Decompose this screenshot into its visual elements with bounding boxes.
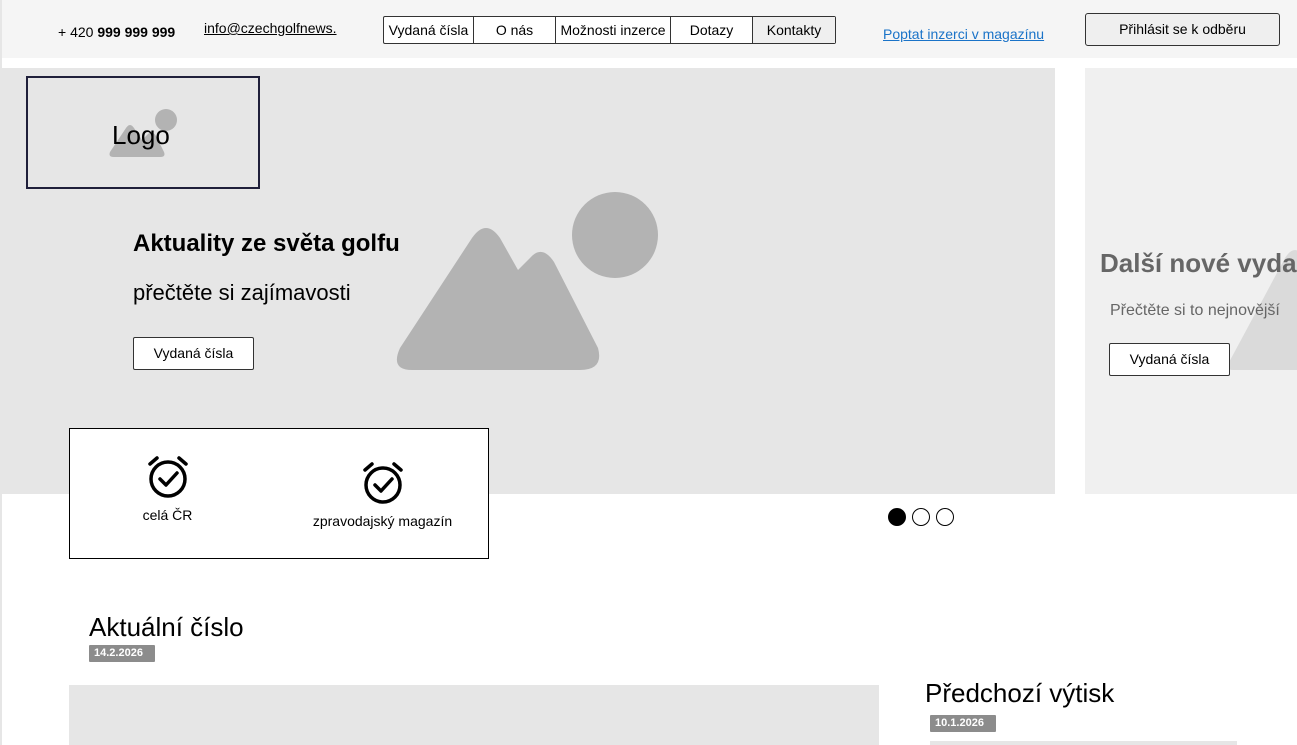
phone-number: + 420 999 999 999 bbox=[58, 24, 175, 40]
carousel-dot-1[interactable] bbox=[888, 508, 906, 526]
email-link[interactable]: info@czechgolfnews. bbox=[204, 20, 337, 36]
alarm-clock-check-icon bbox=[362, 462, 403, 504]
nav-item-advertising[interactable]: Možnosti inzerce bbox=[556, 17, 671, 43]
subscribe-button[interactable]: Přihlásit se k odběru bbox=[1085, 13, 1280, 46]
previous-issue-image[interactable] bbox=[930, 741, 1237, 745]
next-slide-subtitle: Přečtěte si to nejnovější bbox=[1110, 302, 1280, 319]
logo[interactable]: Logo bbox=[26, 76, 260, 189]
top-bar: + 420 999 999 999 info@czechgolfnews. Vy… bbox=[2, 0, 1297, 58]
carousel-dot-3[interactable] bbox=[936, 508, 954, 526]
features-box: celá ČR zpravodajský magazín bbox=[69, 428, 489, 559]
hero-subtitle: přečtěte si zajímavosti bbox=[133, 280, 351, 305]
phone-prefix: + 420 bbox=[58, 24, 94, 40]
previous-issue-title: Předchozí výtisk bbox=[925, 678, 1115, 708]
next-slide-issues-button[interactable]: Vydaná čísla bbox=[1109, 343, 1230, 376]
carousel-dot-2[interactable] bbox=[912, 508, 930, 526]
feature-label: celá ČR bbox=[142, 507, 193, 523]
nav-item-about[interactable]: O nás bbox=[474, 17, 556, 43]
next-slide-title: Další nové vyda bbox=[1100, 248, 1297, 278]
hero-placeholder-image-icon bbox=[396, 192, 658, 370]
feature-item: zpravodajský magazín bbox=[300, 461, 465, 529]
logo-label: Logo bbox=[112, 120, 170, 150]
nav-item-questions[interactable]: Dotazy bbox=[671, 17, 753, 43]
previous-issue-date-badge: 10.1.2026 bbox=[930, 715, 996, 732]
current-issue-title: Aktuální číslo bbox=[89, 612, 244, 642]
nav-item-issues[interactable]: Vydaná čísla bbox=[384, 17, 474, 43]
alarm-clock-check-icon bbox=[147, 456, 188, 498]
feature-item: celá ČR bbox=[125, 455, 210, 523]
phone-digits: 999 999 999 bbox=[97, 24, 176, 40]
hero-title: Aktuality ze světa golfu bbox=[133, 230, 400, 257]
nav-item-contacts[interactable]: Kontakty bbox=[753, 17, 835, 43]
feature-label: zpravodajský magazín bbox=[312, 513, 453, 529]
current-issue-date-badge: 14.2.2026 bbox=[89, 645, 155, 662]
next-slide-preview[interactable]: Další nové vyda Přečtěte si to nejnovějš… bbox=[1085, 68, 1297, 494]
hero-issues-button[interactable]: Vydaná čísla bbox=[133, 337, 254, 370]
current-issue-image[interactable] bbox=[69, 685, 879, 745]
main-nav: Vydaná čísla O nás Možnosti inzerce Dota… bbox=[383, 16, 836, 44]
next-slide-placeholder-icon bbox=[1226, 250, 1297, 370]
carousel-dots bbox=[888, 508, 954, 526]
request-ad-link[interactable]: Poptat inzerci v magazínu bbox=[883, 26, 1044, 42]
